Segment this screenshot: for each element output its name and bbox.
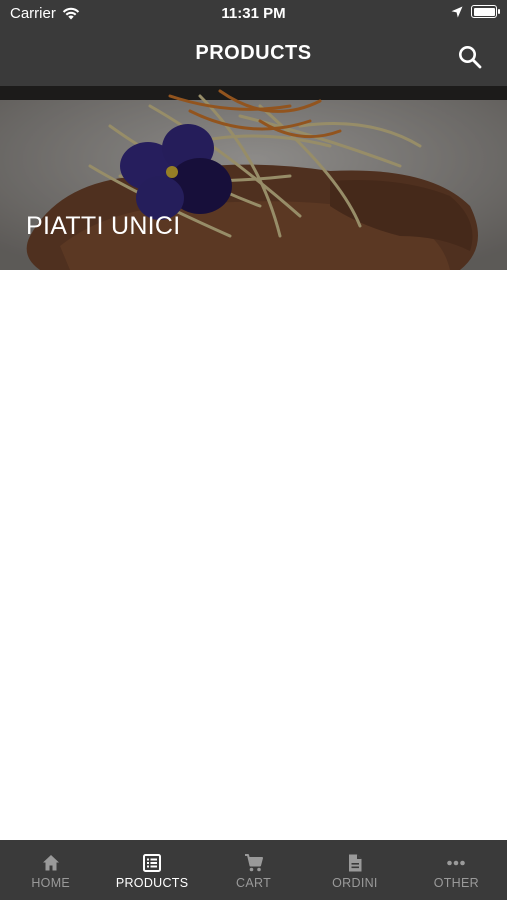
list-icon [143,854,162,872]
tab-home-label: HOME [31,876,71,890]
search-icon[interactable] [457,44,483,70]
tab-cart[interactable]: CART [203,840,304,900]
tab-other-label: OTHER [433,876,479,890]
tab-bar: HOME PRODUCTS CART ORDINI OTHER [0,840,507,900]
top-bar: Carrier 11:31 PM PRODUCTS [0,0,507,86]
image-overlay [0,86,507,270]
tab-products-label: PRODUCTS [115,876,189,890]
battery-icon [471,5,500,18]
tab-home[interactable]: HOME [0,840,101,900]
status-bar: Carrier 11:31 PM [0,0,507,28]
tab-products[interactable]: PRODUCTS [101,840,202,900]
page-title: PRODUCTS [195,42,312,64]
location-arrow-icon [451,6,463,17]
document-icon [348,854,362,872]
category-title: PIATTI UNICI [26,212,181,240]
cart-icon [244,854,263,872]
tab-cart-label: CART [236,876,272,890]
tab-ordini[interactable]: ORDINI [304,840,405,900]
tab-other[interactable]: OTHER [406,840,507,900]
tab-ordini-label: ORDINI [332,876,378,890]
category-card-piatti-unici[interactable]: PIATTI UNICI [0,86,507,270]
more-icon [447,860,466,866]
status-indicators [451,5,500,18]
home-icon [42,855,59,871]
status-time: 11:31 PM [221,5,286,22]
navigation-bar: PRODUCTS [0,28,507,86]
app-screen: Carrier 11:31 PM PRODUCTS PIATTI UNICI H… [0,0,507,900]
